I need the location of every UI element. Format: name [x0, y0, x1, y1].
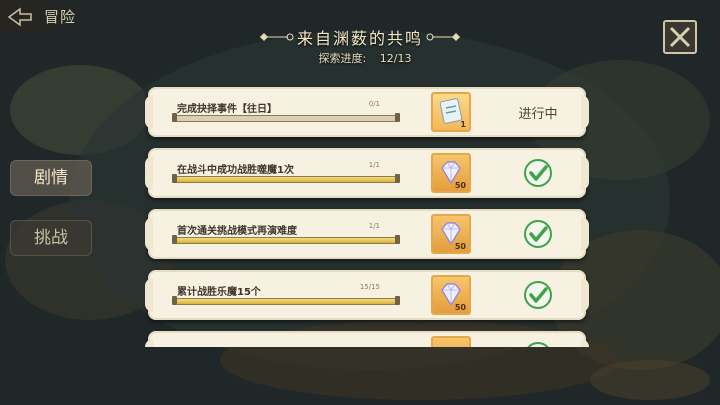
- reward-quantity: 50: [454, 242, 466, 251]
- quest-progress-bar: [172, 174, 400, 183]
- quest-row: 完成抉择事件【往日】 0/1 1 进行中: [145, 87, 589, 137]
- reward-quantity: 50: [454, 181, 466, 190]
- tab-challenge-label: 挑战: [34, 228, 68, 248]
- quest-status: [498, 270, 578, 320]
- reward-item[interactable]: [431, 336, 471, 347]
- check-icon: [524, 220, 552, 248]
- quest-count: 1/1: [368, 161, 380, 169]
- check-icon: [524, 159, 552, 187]
- quest-count: 15/15: [359, 283, 380, 291]
- close-icon: [669, 26, 691, 48]
- close-button[interactable]: [663, 20, 697, 54]
- quest-progress-bar: [172, 235, 400, 244]
- check-icon: [524, 281, 552, 309]
- quest-status: [498, 148, 578, 198]
- reward-item[interactable]: 50: [431, 214, 471, 254]
- dialog-title: 来自渊薮的共鸣: [296, 29, 423, 48]
- quest-row: [145, 331, 589, 347]
- quest-count: 0/1: [368, 100, 380, 108]
- quest-status: [498, 331, 578, 347]
- tab-challenge[interactable]: 挑战: [10, 220, 92, 256]
- title-ornament-right-icon: [426, 33, 460, 41]
- reward-quantity: 1: [460, 120, 466, 129]
- quest-text: 累计战胜乐魔15个: [177, 287, 261, 298]
- quest-row: 在战斗中成功战胜噬魔1次 1/1 50: [145, 148, 589, 198]
- page-title: 冒险: [44, 8, 77, 26]
- quest-progress-bar: [172, 113, 400, 122]
- quest-row: 累计战胜乐魔15个 15/15 50: [145, 270, 589, 320]
- quest-text: 完成抉择事件【往日】: [177, 104, 277, 115]
- progress-label: 探索进度:: [318, 52, 367, 65]
- quest-text: 首次通关挑战模式再演难度: [177, 226, 297, 237]
- quest-progress-bar: [172, 296, 400, 305]
- list-clip: [140, 331, 596, 347]
- reward-quantity: 50: [454, 303, 466, 312]
- progress-value: 12/13: [379, 52, 412, 65]
- exploration-progress: 探索进度: 12/13: [0, 50, 720, 66]
- quest-text: 在战斗中成功战胜噬魔1次: [177, 165, 294, 176]
- quest-status: [498, 209, 578, 259]
- reward-item[interactable]: 50: [431, 153, 471, 193]
- check-icon: [527, 342, 549, 347]
- reward-item[interactable]: 50: [431, 275, 471, 315]
- status-in-progress: 进行中: [518, 106, 558, 122]
- quest-count: 1/1: [368, 222, 380, 230]
- quest-row: 首次通关挑战模式再演难度 1/1 50: [145, 209, 589, 259]
- quest-status: 进行中: [498, 87, 578, 137]
- tab-story[interactable]: 剧情: [10, 160, 92, 196]
- reward-item[interactable]: 1: [431, 92, 471, 132]
- tab-story-label: 剧情: [34, 168, 68, 188]
